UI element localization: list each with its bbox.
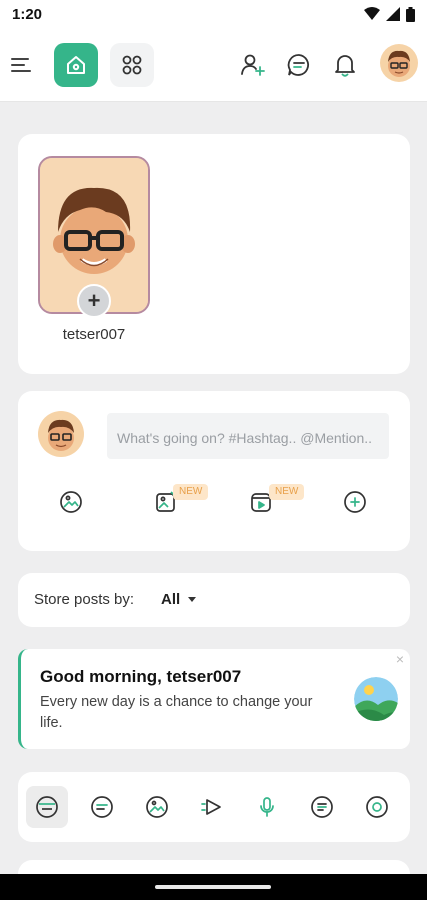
add-friend-button[interactable] (238, 50, 268, 80)
chat-icon (287, 54, 309, 76)
photo-post-icon (146, 796, 168, 818)
avatar-image (388, 50, 410, 77)
filter-dropdown[interactable]: All (161, 591, 180, 608)
signal-icon (386, 7, 400, 21)
add-image-button[interactable] (58, 489, 84, 515)
filter-label: Store posts by: (34, 591, 135, 608)
notifications-button[interactable] (330, 50, 360, 80)
new-badge: NEW (269, 484, 305, 500)
post-type-text[interactable] (81, 786, 123, 828)
video-post-icon (201, 799, 221, 815)
greeting-card: Good morning, tetser007 Every new day is… (18, 649, 410, 749)
add-story-button[interactable]: + (77, 284, 111, 318)
post-composer-card: What's going on? #Hashtag.. @Mention.. L… (18, 391, 410, 551)
audio-post-icon (260, 797, 274, 817)
landscape-image (354, 677, 398, 721)
system-navigation-bar (0, 874, 427, 900)
battery-icon (406, 6, 415, 22)
status-bar: 1:20 (0, 0, 427, 28)
post-type-document[interactable] (301, 786, 343, 828)
apps-grid-icon (122, 55, 142, 75)
post-type-selector (18, 772, 410, 842)
post-type-video[interactable] (191, 786, 233, 828)
messages-button[interactable] (284, 50, 314, 80)
filter-bar: Store posts by: All (18, 573, 410, 627)
story-username: tetser007 (62, 326, 126, 343)
post-type-audio[interactable] (246, 786, 288, 828)
new-badge: NEW (173, 484, 209, 500)
close-icon[interactable]: × (396, 651, 404, 667)
home-gesture-handle[interactable] (155, 885, 271, 889)
all-posts-icon (36, 796, 58, 818)
bell-icon (335, 55, 355, 77)
add-user-icon (241, 54, 265, 76)
post-type-photo[interactable] (136, 786, 178, 828)
greeting-message: Every new day is a chance to change your… (40, 694, 313, 731)
post-type-all[interactable] (26, 786, 68, 828)
avatar-image (48, 419, 74, 451)
top-app-bar (0, 28, 427, 102)
home-icon (67, 56, 85, 74)
status-time: 1:20 (12, 5, 43, 23)
text-post-icon (91, 796, 113, 818)
document-post-icon (311, 796, 333, 818)
post-input[interactable]: What's going on? #Hashtag.. @Mention.. L… (107, 413, 389, 459)
apps-button[interactable] (110, 43, 154, 87)
wifi-icon (364, 7, 380, 20)
plus-circle-icon (344, 491, 366, 513)
stories-card: + tetser007 (18, 134, 410, 374)
image-icon (60, 491, 82, 513)
profile-avatar[interactable] (380, 44, 418, 82)
status-icons (364, 6, 415, 22)
home-button[interactable] (54, 43, 98, 87)
greeting-title: Good morning, tetser007 (40, 667, 242, 686)
more-options-button[interactable] (342, 489, 368, 515)
menu-icon (11, 58, 31, 72)
plus-icon: + (87, 288, 101, 313)
composer-avatar (38, 411, 84, 457)
link-post-icon (366, 796, 388, 818)
menu-button[interactable] (10, 54, 32, 76)
chevron-down-icon[interactable] (188, 597, 196, 602)
post-type-link[interactable] (356, 786, 398, 828)
landscape-icon (354, 677, 398, 721)
